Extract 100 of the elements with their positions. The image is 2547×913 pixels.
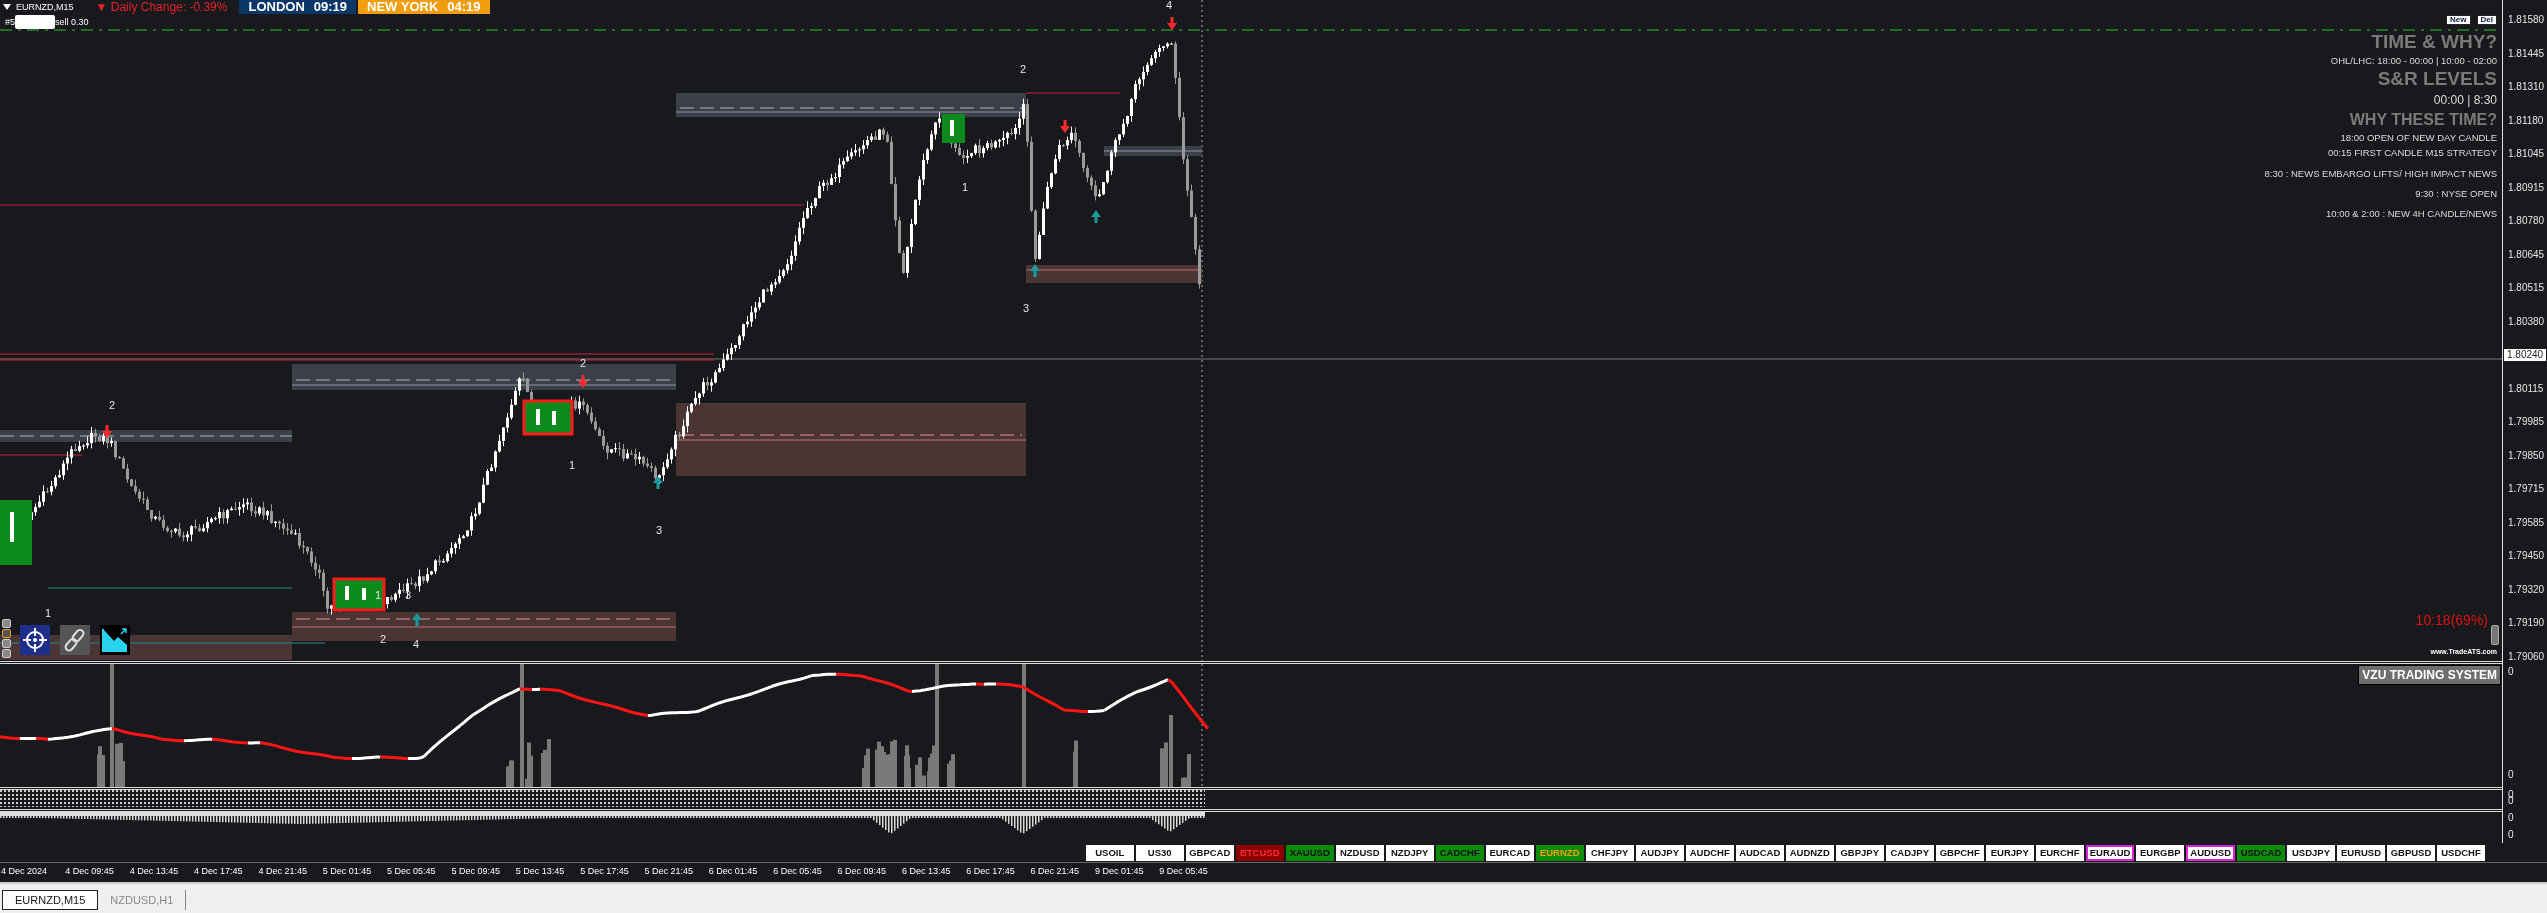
price-label: 1.80915	[2508, 181, 2545, 194]
axis-label: 0	[2508, 666, 2514, 677]
up-arrow-icon	[1030, 264, 1040, 277]
symbol-button[interactable]: EURUSD	[2337, 844, 2385, 861]
wave-label: 1	[568, 458, 576, 471]
symbol-button[interactable]: GBPCHF	[1935, 844, 1984, 861]
wave-label: 4	[412, 637, 420, 650]
price-label: 1.81045	[2508, 148, 2545, 160]
toggle-button[interactable]	[2, 619, 11, 628]
axis-label: 0	[2508, 812, 2514, 823]
signal-box	[942, 114, 965, 143]
time-label: 5 Dec 17:45	[580, 866, 629, 876]
down-arrow-icon	[102, 425, 112, 438]
symbol-button[interactable]: XAUUSD	[1285, 844, 1334, 861]
time-label: 4 Dec 13:45	[129, 866, 179, 876]
signal-box	[0, 500, 32, 565]
time-label: 4 Dec 17:45	[194, 866, 243, 876]
toggle-button[interactable]	[2, 639, 11, 648]
symbol-button[interactable]: GBPUSD	[2387, 844, 2435, 861]
price-label: 1.79985	[2508, 416, 2545, 428]
chart-symbol: EURNZD,M15	[16, 2, 74, 12]
order-id: #5	[5, 17, 15, 27]
caret-icon[interactable]	[3, 4, 11, 10]
symbol-button[interactable]: AUDCAD	[1735, 844, 1784, 861]
symbol-button[interactable]: EURCAD	[1485, 844, 1534, 861]
price-label: 1.79585	[2508, 516, 2545, 529]
wave-label: 2	[379, 632, 387, 645]
time-label: 6 Dec 05:45	[773, 866, 822, 876]
session-city: NEW YORK	[367, 0, 439, 14]
symbol-button[interactable]: USDCAD	[2237, 844, 2285, 861]
price-label: 1.79850	[2508, 449, 2545, 462]
wave-label: 3	[655, 523, 663, 536]
signal-box	[332, 577, 386, 612]
session-time: 09:19	[313, 0, 348, 14]
chart-tab[interactable]: EURNZD,M15	[2, 890, 99, 910]
redacted-block	[15, 15, 55, 29]
time-label: 4 Dec 21:45	[258, 866, 307, 876]
symbol-button[interactable]: CHFJPY	[1585, 844, 1634, 861]
symbol-button[interactable]: NZDJPY	[1385, 844, 1434, 861]
symbol-button[interactable]: GBPJPY	[1835, 844, 1884, 861]
wave-label: 4	[1165, 0, 1173, 11]
info-text: 9:30 : NYSE OPEN	[2415, 188, 2497, 200]
symbol-button[interactable]: USDJPY	[2287, 844, 2335, 861]
symbol-button[interactable]: NZDUSD	[1335, 844, 1384, 861]
timer-bar	[2491, 625, 2499, 645]
price-label: 1.81180	[2508, 114, 2544, 127]
symbol-button[interactable]: AUDJPY	[1635, 844, 1684, 861]
time-label: 5 Dec 21:45	[644, 866, 694, 876]
price-label: 1.80780	[2508, 215, 2545, 227]
price-label: 1.80645	[2508, 248, 2545, 261]
info-text: 00:15 FIRST CANDLE M15 STRATEGY	[2327, 146, 2497, 160]
symbol-button[interactable]: USDCHF	[2437, 844, 2485, 861]
symbol-button[interactable]: CADCHF	[1435, 844, 1484, 861]
chart-icon[interactable]	[100, 625, 130, 655]
symbol-button[interactable]: CADJPY	[1885, 844, 1934, 861]
time-label: 5 Dec 05:45	[387, 866, 436, 876]
time-label: 6 Dec 13:45	[901, 866, 951, 876]
info-text: 00:00 | 8:30	[2433, 92, 2497, 109]
info-text: 18:00 OPEN OF NEW DAY CANDLE	[2340, 131, 2497, 145]
order-label: sell 0.30	[55, 17, 89, 27]
info-text: WHY THESE TIME?	[2349, 110, 2497, 130]
session-city: LONDON	[248, 0, 305, 14]
indicator-title: VZU TRADING SYSTEM	[2358, 665, 2501, 685]
down-arrow-icon	[1167, 17, 1177, 30]
info-text: 10:00 & 2:00 : NEW 4H CANDLE/NEWS	[2325, 208, 2497, 220]
price-label: 1.81580	[2508, 14, 2545, 26]
price-label: 1.81310	[2508, 81, 2545, 93]
current-price-label: 1.80240	[2504, 349, 2547, 361]
axis-label: 0	[2508, 795, 2514, 806]
info-text: 8:30 : NEWS EMBARGO LIFTS/ HIGH IMPACT NEWS	[2264, 168, 2497, 180]
symbol-button[interactable]: AUDCHF	[1685, 844, 1734, 861]
symbol-button[interactable]: AUDUSD	[2186, 844, 2235, 861]
toggle-button[interactable]	[2, 629, 11, 638]
symbol-button[interactable]: AUDNZD	[1785, 844, 1834, 861]
wave-label: 2	[108, 398, 116, 411]
time-label: 9 Dec 05:45	[1159, 866, 1208, 876]
time-label: 4 Dec 2024	[1, 866, 48, 876]
symbol-button[interactable]: GBPCAD	[1185, 844, 1234, 861]
symbol-button[interactable]: EURAUD	[2085, 844, 2135, 861]
symbol-button[interactable]: EURGBP	[2136, 844, 2185, 861]
symbol-button[interactable]: EURJPY	[1985, 844, 2034, 861]
panel-button[interactable]: New	[2446, 15, 2471, 25]
symbol-button[interactable]: EURCHF	[2035, 844, 2084, 861]
target-icon[interactable]	[20, 625, 50, 655]
candle-timer: 10:18(69%)	[2415, 612, 2488, 628]
price-label: 1.79060	[2508, 650, 2545, 663]
symbol-button[interactable]: USOIL	[1085, 844, 1134, 861]
panel-button[interactable]: Del	[2476, 15, 2497, 25]
time-label: 5 Dec 13:45	[515, 866, 565, 876]
chain-link-icon[interactable]	[60, 625, 90, 655]
time-label: 6 Dec 17:45	[966, 866, 1015, 876]
wave-label: 3	[1022, 301, 1030, 314]
wave-label: 1	[44, 606, 52, 619]
axis-label: 0	[2508, 769, 2514, 780]
up-arrow-icon	[412, 613, 422, 626]
price-label: 1.79190	[2508, 617, 2545, 629]
wave-label: 1	[961, 180, 969, 193]
symbol-button[interactable]: US30	[1135, 844, 1184, 861]
axis-label: 0	[2508, 829, 2514, 840]
toggle-button[interactable]	[2, 649, 11, 658]
